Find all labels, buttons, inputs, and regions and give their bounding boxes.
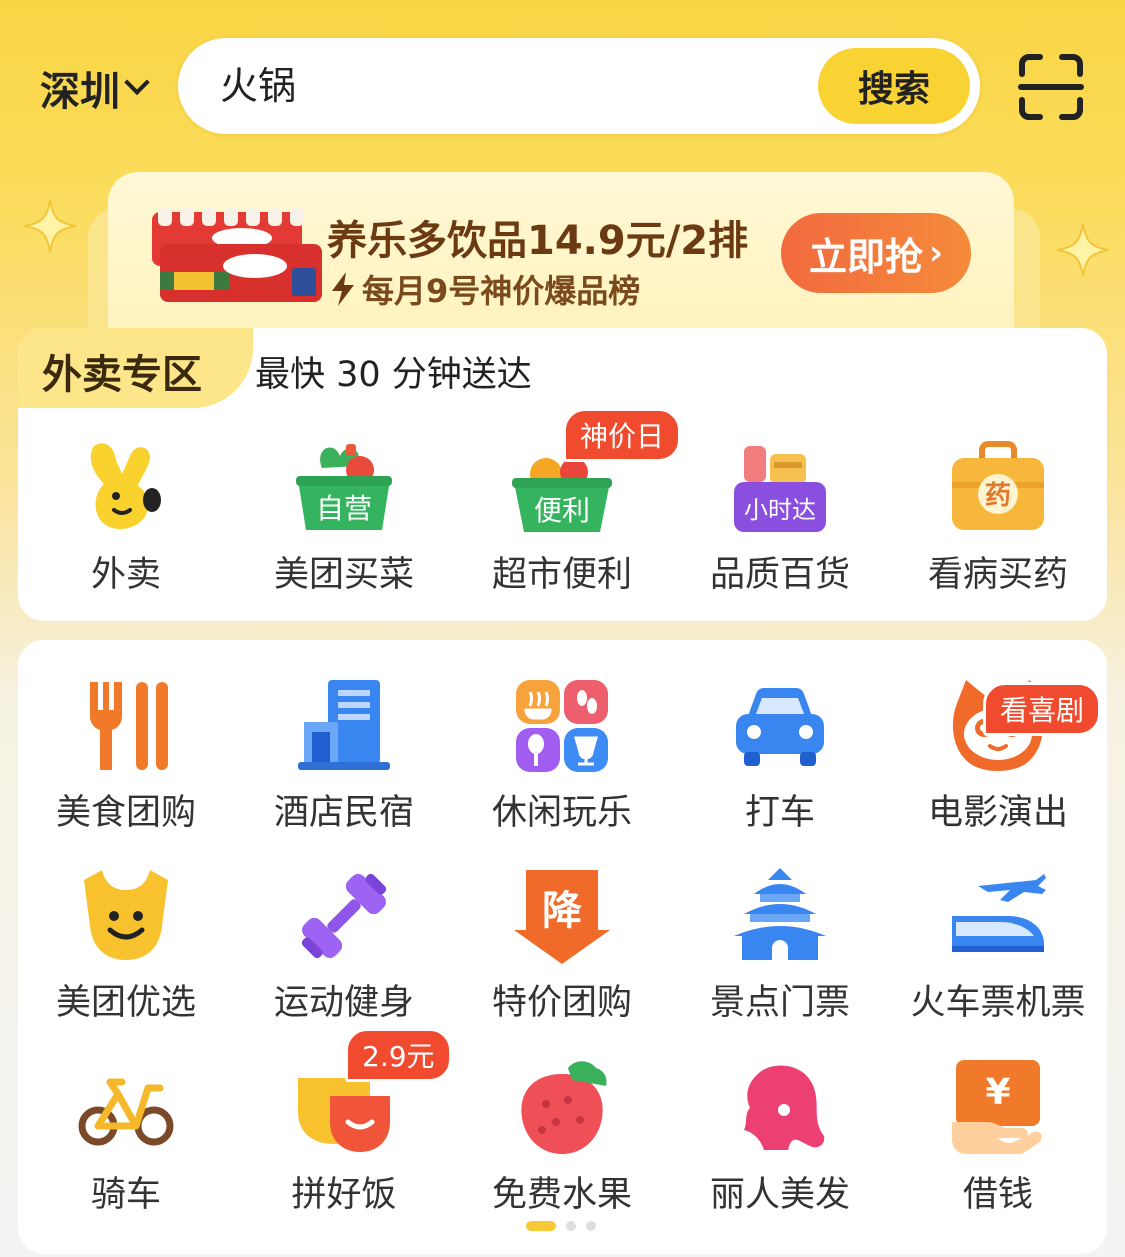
service-food-deals[interactable]: 美食团购 xyxy=(17,676,235,835)
chevron-right-icon: › xyxy=(929,233,944,273)
price-drop-icon: 降 xyxy=(514,870,610,964)
medicine-kit-icon: 药 xyxy=(952,441,1044,530)
svg-text:¥: ¥ xyxy=(985,1072,1010,1113)
delivery-subtitle: 最快 30 分钟送达 xyxy=(255,355,532,395)
service-label: 运动健身 xyxy=(273,983,414,1023)
service-label: 拼好饭 xyxy=(291,1175,397,1215)
page-dot[interactable] xyxy=(566,1221,576,1231)
woman-hair-icon xyxy=(744,1065,825,1150)
service-label: 看病买药 xyxy=(927,555,1068,595)
service-hotel[interactable]: 酒店民宿 xyxy=(235,676,453,835)
page-dot-active[interactable] xyxy=(526,1221,556,1231)
service-loan[interactable]: ¥ 借钱 xyxy=(889,1058,1107,1217)
service-label: 火车票机票 xyxy=(910,983,1086,1023)
train-plane-icon xyxy=(952,874,1046,952)
svg-text:自营: 自营 xyxy=(316,492,372,525)
svg-text:降: 降 xyxy=(542,888,582,934)
service-label: 休闲玩乐 xyxy=(491,793,632,833)
search-button[interactable]: 搜索 xyxy=(818,48,970,124)
car-icon xyxy=(736,687,824,766)
service-label: 超市便利 xyxy=(491,555,632,595)
service-tickets[interactable]: 火车票机票 xyxy=(889,866,1107,1025)
service-free-fruit[interactable]: 免费水果 xyxy=(453,1058,671,1217)
delivery-zone-card: 外卖专区 最快 30 分钟送达 外卖 自营 美团买菜 便利 超市便利 神价日 小… xyxy=(18,328,1107,621)
grocery-basket-icon: 自营 xyxy=(296,444,392,530)
kangaroo-icon xyxy=(90,443,161,529)
delivery-zone-tab[interactable]: 外卖专区 xyxy=(18,328,253,408)
svg-text:小时达: 小时达 xyxy=(744,496,816,524)
service-label: 外卖 xyxy=(90,555,161,595)
grab-now-button[interactable]: 立即抢 › xyxy=(781,213,971,293)
service-grocery[interactable]: 自营 美团买菜 xyxy=(235,438,453,597)
service-label: 特价团购 xyxy=(491,983,632,1023)
service-label: 美食团购 xyxy=(55,793,196,833)
svg-text:便利: 便利 xyxy=(534,494,590,527)
promo-badge: 2.9元 xyxy=(345,1028,452,1082)
bicycle-icon xyxy=(78,1078,174,1146)
service-label: 骑车 xyxy=(90,1175,161,1215)
service-special-deals[interactable]: 降 特价团购 xyxy=(453,866,671,1025)
chevron-down-icon xyxy=(124,69,150,96)
service-label: 丽人美发 xyxy=(709,1175,850,1215)
banner-title: 养乐多饮品14.9元/2排 xyxy=(327,218,749,264)
city-label: 深圳 xyxy=(40,69,120,115)
service-label: 打车 xyxy=(744,793,815,833)
svg-text:药: 药 xyxy=(985,481,1011,511)
lightning-icon xyxy=(332,272,354,306)
service-bike[interactable]: 骑车 xyxy=(17,1058,235,1217)
dumbbell-icon xyxy=(301,873,387,959)
page-indicator xyxy=(526,1221,596,1231)
service-label: 电影演出 xyxy=(927,793,1068,833)
smile-bag-icon xyxy=(84,870,168,960)
sparkle-icon xyxy=(23,199,77,253)
service-takeout[interactable]: 外卖 xyxy=(18,438,235,597)
banner-subtitle: 每月9号神价爆品榜 xyxy=(362,272,641,310)
service-label: 品质百货 xyxy=(709,555,850,595)
service-pinhaofan[interactable]: 拼好饭 2.9元 xyxy=(235,1028,453,1217)
grab-now-label: 立即抢 xyxy=(808,234,923,279)
service-label: 酒店民宿 xyxy=(273,793,414,833)
city-selector[interactable]: 深圳 xyxy=(40,60,150,116)
service-youxuan[interactable]: 美团优选 xyxy=(17,866,235,1025)
banner-subtitle-row: 每月9号神价爆品榜 xyxy=(330,266,640,312)
search-bar[interactable]: 火锅 搜索 xyxy=(175,35,983,137)
scan-icon[interactable] xyxy=(1018,54,1084,120)
service-label: 借钱 xyxy=(962,1175,1033,1215)
yakult-product-image xyxy=(152,208,322,302)
service-leisure[interactable]: 休闲玩乐 xyxy=(453,676,671,835)
page-dot[interactable] xyxy=(586,1221,596,1231)
promo-badge: 神价日 xyxy=(563,408,682,462)
hotel-building-icon xyxy=(298,680,390,770)
service-label: 美团买菜 xyxy=(273,555,414,595)
service-taxi[interactable]: 打车 xyxy=(671,676,889,835)
service-supermarket[interactable]: 便利 超市便利 神价日 xyxy=(453,408,682,597)
service-label: 免费水果 xyxy=(491,1175,632,1215)
search-input[interactable]: 火锅 xyxy=(220,38,296,134)
delivery-zone-label: 外卖专区 xyxy=(42,352,202,398)
strawberry-icon xyxy=(521,1061,607,1154)
goods-bag-icon: 小时达 xyxy=(734,446,826,532)
service-goods[interactable]: 小时达 品质百货 xyxy=(671,438,889,597)
services-card: 美食团购 酒店民宿 休闲玩乐 打车 电影演出 看喜剧 美团优选 运动健身 降 特… xyxy=(18,640,1107,1254)
service-fitness[interactable]: 运动健身 xyxy=(235,866,453,1025)
yuan-card-icon: ¥ xyxy=(952,1060,1042,1154)
service-movies[interactable]: 电影演出 看喜剧 xyxy=(889,676,1107,835)
fork-knife-icon xyxy=(89,682,168,770)
service-medicine[interactable]: 药 看病买药 xyxy=(889,438,1107,597)
service-beauty[interactable]: 丽人美发 xyxy=(671,1058,889,1217)
sparkle-icon xyxy=(1056,223,1110,277)
promo-badge: 看喜剧 xyxy=(983,682,1102,736)
service-attractions[interactable]: 景点门票 xyxy=(671,866,889,1025)
service-label: 美团优选 xyxy=(55,983,196,1023)
service-label: 景点门票 xyxy=(709,983,850,1023)
temple-icon xyxy=(734,868,826,960)
leisure-grid-icon xyxy=(516,680,608,772)
